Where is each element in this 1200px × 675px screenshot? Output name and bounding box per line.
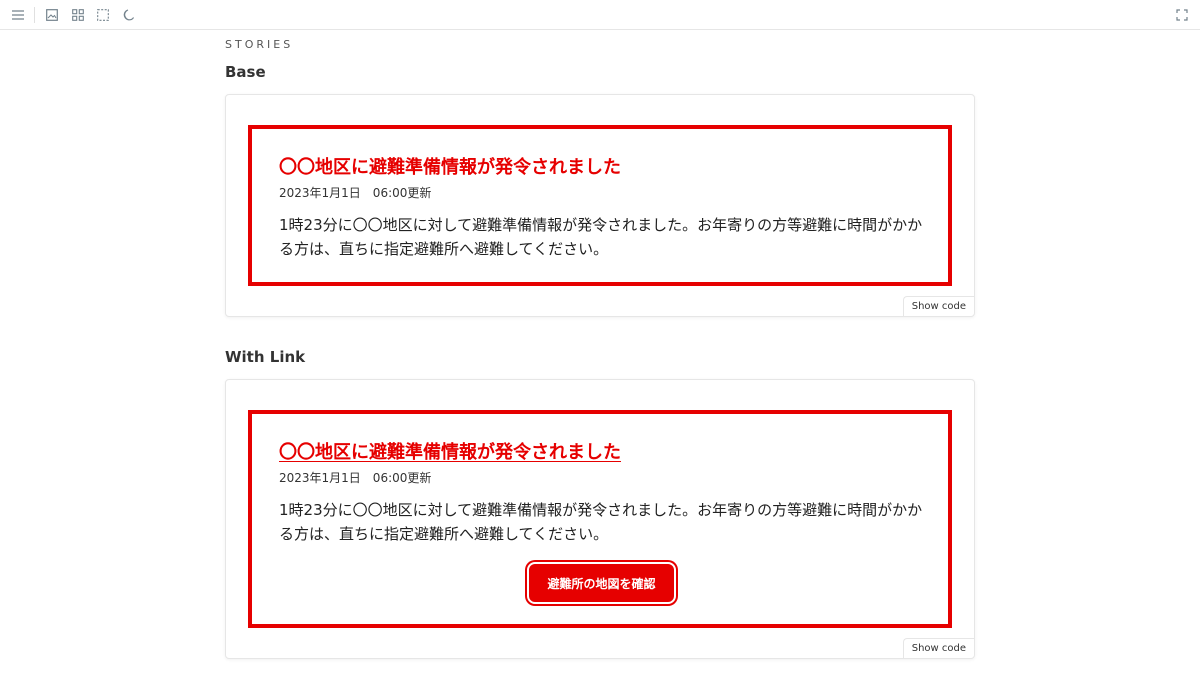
emergency-alert-with-link: 〇〇地区に避難準備情報が発令されました 2023年1月1日 06:00更新 1時… bbox=[248, 410, 952, 628]
story-canvas-with-link: 〇〇地区に避難準備情報が発令されました 2023年1月1日 06:00更新 1時… bbox=[225, 379, 975, 659]
view-shelter-map-button[interactable]: 避難所の地図を確認 bbox=[527, 562, 676, 604]
emergency-alert: 〇〇地区に避難準備情報が発令されました 2023年1月1日 06:00更新 1時… bbox=[248, 125, 952, 286]
alert-date: 2023年1月1日 06:00更新 bbox=[279, 471, 432, 485]
alert-heading-link[interactable]: 〇〇地区に避難準備情報が発令されました bbox=[279, 438, 621, 464]
image-icon[interactable] bbox=[44, 7, 60, 23]
outline-icon[interactable] bbox=[95, 7, 111, 23]
stories-heading: STORIES bbox=[225, 38, 294, 51]
fullscreen-icon[interactable] bbox=[1174, 7, 1190, 23]
story-title-base: Base bbox=[225, 63, 266, 81]
menu-icon[interactable] bbox=[10, 7, 26, 23]
grid-icon[interactable] bbox=[70, 7, 86, 23]
alert-heading: 〇〇地区に避難準備情報が発令されました bbox=[279, 157, 621, 178]
show-code-button[interactable]: Show code bbox=[902, 638, 974, 658]
story-canvas-base: 〇〇地区に避難準備情報が発令されました 2023年1月1日 06:00更新 1時… bbox=[225, 94, 975, 317]
alert-date: 2023年1月1日 06:00更新 bbox=[279, 186, 432, 200]
story-title-with-link: With Link bbox=[225, 348, 306, 366]
show-code-button[interactable]: Show code bbox=[902, 296, 974, 316]
alert-body: 1時23分に〇〇地区に対して避難準備情報が発令されました。お年寄りの方等避難に時… bbox=[279, 216, 923, 258]
top-toolbar bbox=[0, 0, 1200, 30]
moon-icon[interactable] bbox=[121, 7, 137, 23]
alert-body: 1時23分に〇〇地区に対して避難準備情報が発令されました。お年寄りの方等避難に時… bbox=[279, 501, 923, 543]
toolbar-divider bbox=[34, 7, 35, 23]
